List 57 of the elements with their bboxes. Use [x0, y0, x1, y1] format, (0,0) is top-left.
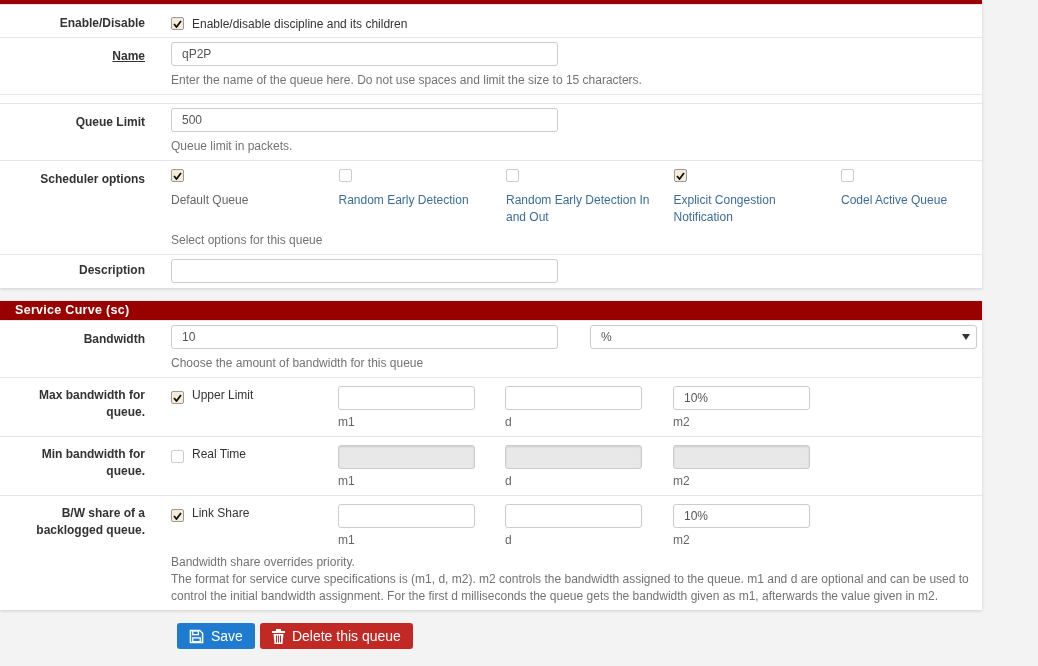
curve-input[interactable]: [338, 386, 475, 410]
field-caption: m1: [338, 473, 356, 490]
checkbox[interactable]: [171, 169, 184, 182]
description-input[interactable]: [171, 259, 558, 283]
curve-input[interactable]: [505, 386, 642, 410]
field-label: Min bandwidth for queue.: [40, 446, 145, 480]
name-input[interactable]: qP2P: [171, 42, 558, 66]
unit-select[interactable]: %: [590, 325, 977, 349]
bandwidth-input[interactable]: 10: [171, 325, 558, 349]
checkbox[interactable]: [841, 169, 854, 182]
trash-icon: [271, 628, 285, 644]
option-label: Codel Active Queue: [841, 192, 949, 209]
help-text: The format for service curve specifications is (m1, d, m2). m2 controls the bandwidth assigned to the queue. m1 and d are optional and can be used to control the initial bandwidth assignment. For the first d milliseconds the queue gets the bandwidth given as m1, afterwards the value given in m2.: [171, 571, 970, 605]
curve-input[interactable]: [338, 504, 475, 528]
field-label: Bandwidth: [83, 331, 145, 348]
curve-input[interactable]: 10%: [673, 504, 810, 528]
field-label: Description: [79, 262, 145, 279]
field-label: Queue Limit: [75, 114, 145, 131]
caret-icon: [962, 334, 970, 340]
checkbox-label: Enable/disable discipline and its children: [192, 17, 408, 31]
checkbox[interactable]: [171, 391, 184, 404]
help-text: Choose the amount of bandwidth for this queue: [171, 355, 425, 372]
option-label: Random Early Detection: [338, 192, 470, 209]
checkbox[interactable]: [673, 169, 687, 182]
help-text: Queue limit in packets.: [171, 138, 294, 155]
save-button[interactable]: Save: [177, 623, 255, 649]
checkbox-label: Upper Limit: [192, 388, 254, 402]
field-label: Name: [112, 48, 145, 65]
field-caption: m1: [338, 414, 356, 431]
field-label: Scheduler options: [40, 171, 145, 188]
option-label: Explicit Congestion Notification: [673, 192, 777, 226]
field-caption: d: [505, 414, 513, 431]
field-caption: m2: [673, 473, 691, 490]
checkbox[interactable]: [171, 509, 184, 522]
field-caption: m2: [673, 414, 691, 431]
field-caption: m1: [338, 532, 356, 549]
field-caption: d: [505, 532, 513, 549]
field-label: B/W share of a backlogged queue.: [35, 505, 145, 539]
field-caption: m2: [673, 532, 691, 549]
checkbox[interactable]: [171, 17, 184, 30]
option-label: Default Queue: [171, 192, 250, 209]
checkbox-label: Real Time: [192, 447, 247, 461]
help-text: Bandwidth share overrides priority.: [171, 554, 356, 571]
option-label: Random Early Detection In and Out: [506, 192, 651, 226]
field-label: Max bandwidth for queue.: [38, 387, 145, 421]
field-label: Enable/Disable: [59, 15, 145, 32]
queue-limit-input[interactable]: 500: [171, 108, 558, 132]
field-caption: d: [505, 473, 513, 490]
curve-input[interactable]: [505, 504, 642, 528]
checkbox-label: Link Share: [192, 506, 250, 520]
curve-input[interactable]: 10%: [673, 386, 810, 410]
checkbox[interactable]: [338, 169, 352, 182]
help-text: Enter the name of the queue here. Do not use spaces and limit the size to 15 characters.: [171, 72, 643, 89]
section-header: Service Curve (sc): [0, 301, 982, 320]
delete-button[interactable]: Delete this queue: [259, 623, 413, 649]
help-text: Select options for this queue: [171, 232, 324, 249]
checkbox[interactable]: [506, 169, 519, 182]
